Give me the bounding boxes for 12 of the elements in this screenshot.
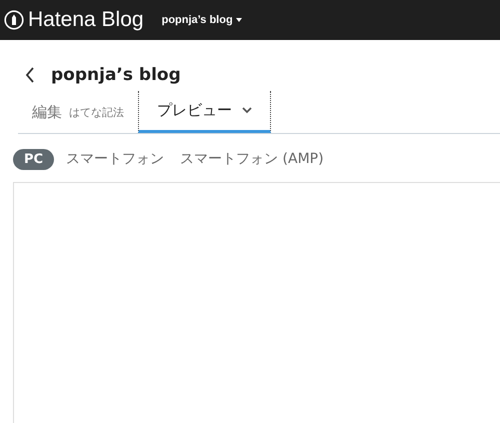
- logo-text: Hatena Blog: [28, 8, 144, 32]
- caret-icon: [236, 18, 242, 22]
- logo-icon: [4, 10, 24, 30]
- chevron-down-icon: [242, 107, 252, 114]
- blog-menu[interactable]: popnja’s blog: [162, 14, 242, 26]
- device-tab[interactable]: スマートフォン (AMP): [180, 148, 336, 170]
- device-tab[interactable]: スマートフォン: [66, 148, 176, 170]
- back-icon[interactable]: [25, 67, 35, 83]
- device-tab[interactable]: PC: [13, 148, 54, 170]
- editor-tab[interactable]: 編集 はてな記法: [18, 91, 138, 133]
- blog-title: popnja’s blog: [51, 65, 181, 85]
- editor-tab[interactable]: プレビュー: [138, 91, 271, 133]
